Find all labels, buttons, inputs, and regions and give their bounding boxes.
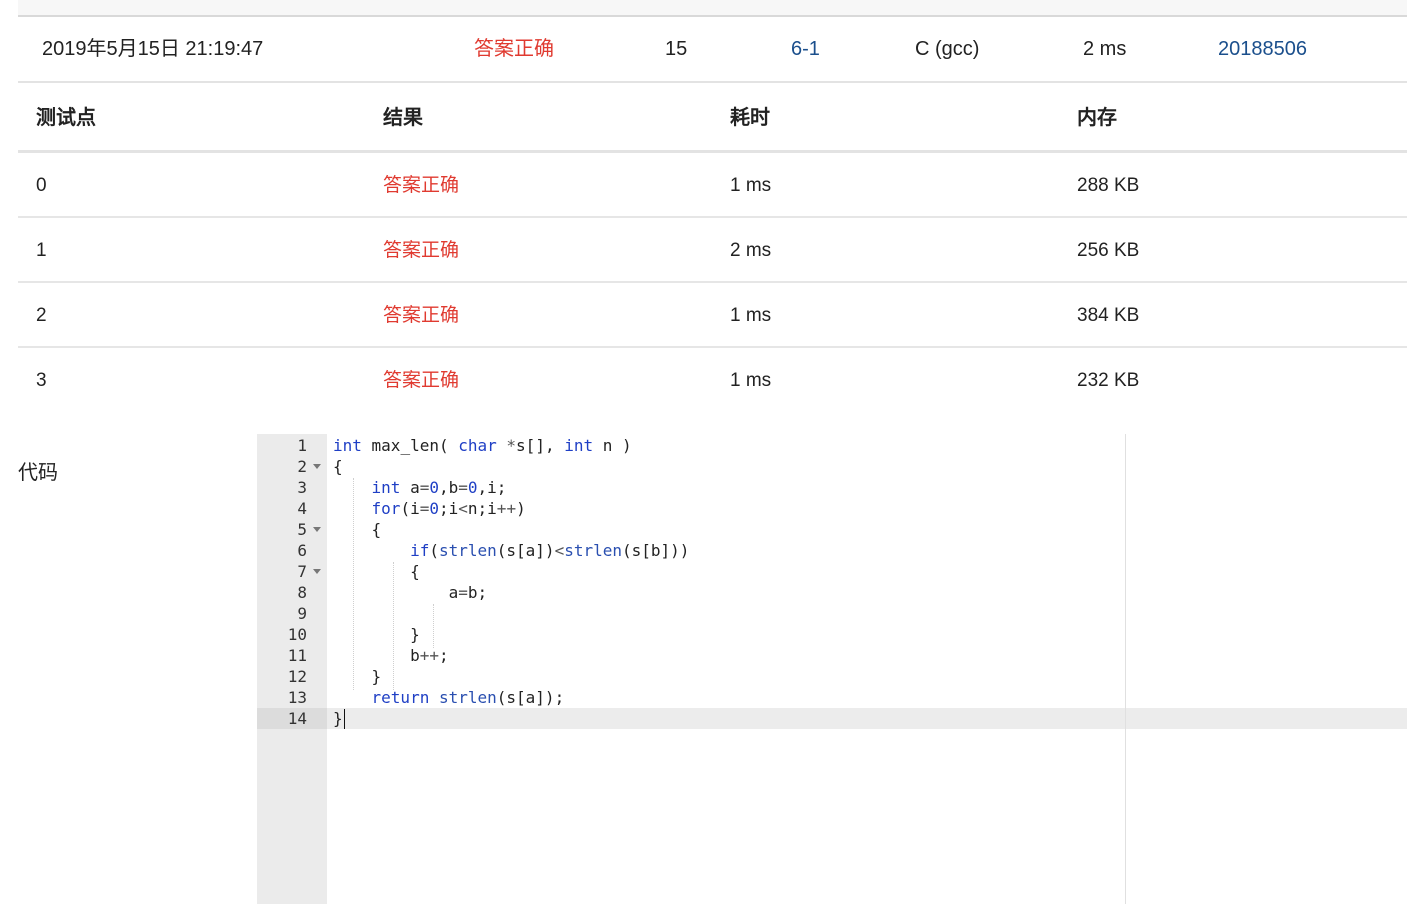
indent-guide bbox=[353, 478, 354, 690]
code-text: b++; bbox=[333, 646, 449, 665]
header-result: 结果 bbox=[383, 107, 423, 129]
submission-summary-row: 2019年5月15日 21:19:47 答案正确 15 6-1 C (gcc) … bbox=[18, 17, 1407, 83]
problem-link[interactable]: 6-1 bbox=[791, 37, 820, 61]
code-text: a=b; bbox=[333, 583, 488, 602]
line-number: 9 bbox=[297, 604, 307, 623]
testcase-time: 1 ms bbox=[730, 370, 772, 391]
text-cursor bbox=[344, 709, 345, 729]
submission-runtime: 2 ms bbox=[1083, 38, 1127, 60]
testcase-time: 2 ms bbox=[730, 240, 772, 261]
fold-toggle-icon[interactable] bbox=[313, 464, 321, 469]
testcase-result: 答案正确 bbox=[383, 175, 460, 196]
submission-time: 2019年5月15日 21:19:47 bbox=[42, 38, 264, 60]
testcase-time: 1 ms bbox=[730, 175, 772, 196]
results-header-row: 测试点 结果 耗时 内存 bbox=[18, 84, 1407, 153]
testcase-result: 答案正确 bbox=[383, 305, 460, 326]
code-line: 13 return strlen(s[a]); bbox=[257, 687, 1407, 708]
testcase-memory: 232 KB bbox=[1077, 370, 1140, 391]
code-text: int max_len( char *s[], int n ) bbox=[333, 436, 632, 455]
line-number: 11 bbox=[287, 646, 307, 665]
code-text: } bbox=[333, 625, 420, 644]
testcase-result: 答案正确 bbox=[383, 370, 460, 391]
code-text: } bbox=[333, 709, 343, 728]
submission-compiler: C (gcc) bbox=[915, 38, 980, 60]
line-number: 1 bbox=[297, 436, 307, 455]
code-line: 4 for(i=0;i<n;i++) bbox=[257, 498, 1407, 519]
header-memory: 内存 bbox=[1077, 107, 1117, 129]
line-number: 5 bbox=[297, 520, 307, 539]
code-text: int a=0,b=0,i; bbox=[371, 478, 507, 497]
table-row: 0 答案正确 1 ms 288 KB bbox=[18, 153, 1407, 218]
top-strip bbox=[18, 0, 1407, 17]
code-line: 7 { bbox=[257, 561, 1407, 582]
code-line: 1 int max_len( char *s[], int n ) bbox=[257, 435, 1407, 456]
line-number: 13 bbox=[287, 688, 307, 707]
user-link[interactable]: 20188506 bbox=[1218, 37, 1307, 61]
testcase-memory: 288 KB bbox=[1077, 175, 1140, 196]
table-row: 2 答案正确 1 ms 384 KB bbox=[18, 283, 1407, 348]
code-editor[interactable]: 1 int max_len( char *s[], int n ) 2{3 int … bbox=[257, 434, 1407, 904]
testcase-id: 0 bbox=[36, 175, 47, 196]
testcase-id: 3 bbox=[36, 370, 47, 391]
submission-score: 15 bbox=[665, 38, 688, 60]
line-number: 8 bbox=[297, 583, 307, 602]
testcase-id: 2 bbox=[36, 305, 47, 326]
code-line: 14} bbox=[257, 708, 1407, 729]
code-text: return strlen(s[a]); bbox=[371, 688, 565, 707]
code-section-label: 代码 bbox=[18, 462, 58, 484]
line-number: 14 bbox=[287, 709, 307, 728]
code-line: 9 bbox=[257, 603, 1407, 624]
header-testcase: 测试点 bbox=[36, 107, 96, 129]
results-table: 测试点 结果 耗时 内存 0 答案正确 1 ms 288 KB 1 答案正确 2 ms 256… bbox=[18, 84, 1407, 411]
testcase-memory: 256 KB bbox=[1077, 240, 1140, 261]
line-number: 10 bbox=[287, 625, 307, 644]
indent-guide bbox=[393, 562, 394, 690]
line-number: 4 bbox=[297, 499, 307, 518]
testcase-time: 1 ms bbox=[730, 305, 772, 326]
code-line: 12 } bbox=[257, 666, 1407, 687]
line-number: 3 bbox=[297, 478, 307, 497]
code-line: 2{ bbox=[257, 456, 1407, 477]
code-line: 5 { bbox=[257, 519, 1407, 540]
header-time: 耗时 bbox=[730, 107, 770, 129]
indent-guide bbox=[433, 604, 434, 648]
code-line: 3 int a=0,b=0,i; bbox=[257, 477, 1407, 498]
table-row: 1 答案正确 2 ms 256 KB bbox=[18, 218, 1407, 283]
code-line: 10 } bbox=[257, 624, 1407, 645]
code-line: 11 b++; bbox=[257, 645, 1407, 666]
code-text: for(i=0;i<n;i++) bbox=[371, 499, 526, 518]
code-line: 6 if(strlen(s[a])<strlen(s[b])) bbox=[257, 540, 1407, 561]
code-text: } bbox=[333, 667, 382, 686]
table-row: 3 答案正确 1 ms 232 KB bbox=[18, 348, 1407, 411]
testcase-id: 1 bbox=[36, 240, 47, 261]
code-line: 8 a=b; bbox=[257, 582, 1407, 603]
code-text: if(strlen(s[a])<strlen(s[b])) bbox=[410, 541, 690, 560]
line-number: 7 bbox=[297, 562, 307, 581]
line-number: 2 bbox=[297, 457, 307, 476]
line-number: 6 bbox=[297, 541, 307, 560]
fold-toggle-icon[interactable] bbox=[313, 527, 321, 532]
code-text: { bbox=[333, 457, 343, 476]
submission-status: 答案正确 bbox=[474, 38, 554, 60]
fold-toggle-icon[interactable] bbox=[313, 569, 321, 574]
code-text: { bbox=[333, 520, 382, 539]
testcase-memory: 384 KB bbox=[1077, 305, 1140, 326]
line-number: 12 bbox=[287, 667, 307, 686]
testcase-result: 答案正确 bbox=[383, 240, 460, 261]
code-text: { bbox=[333, 562, 420, 581]
